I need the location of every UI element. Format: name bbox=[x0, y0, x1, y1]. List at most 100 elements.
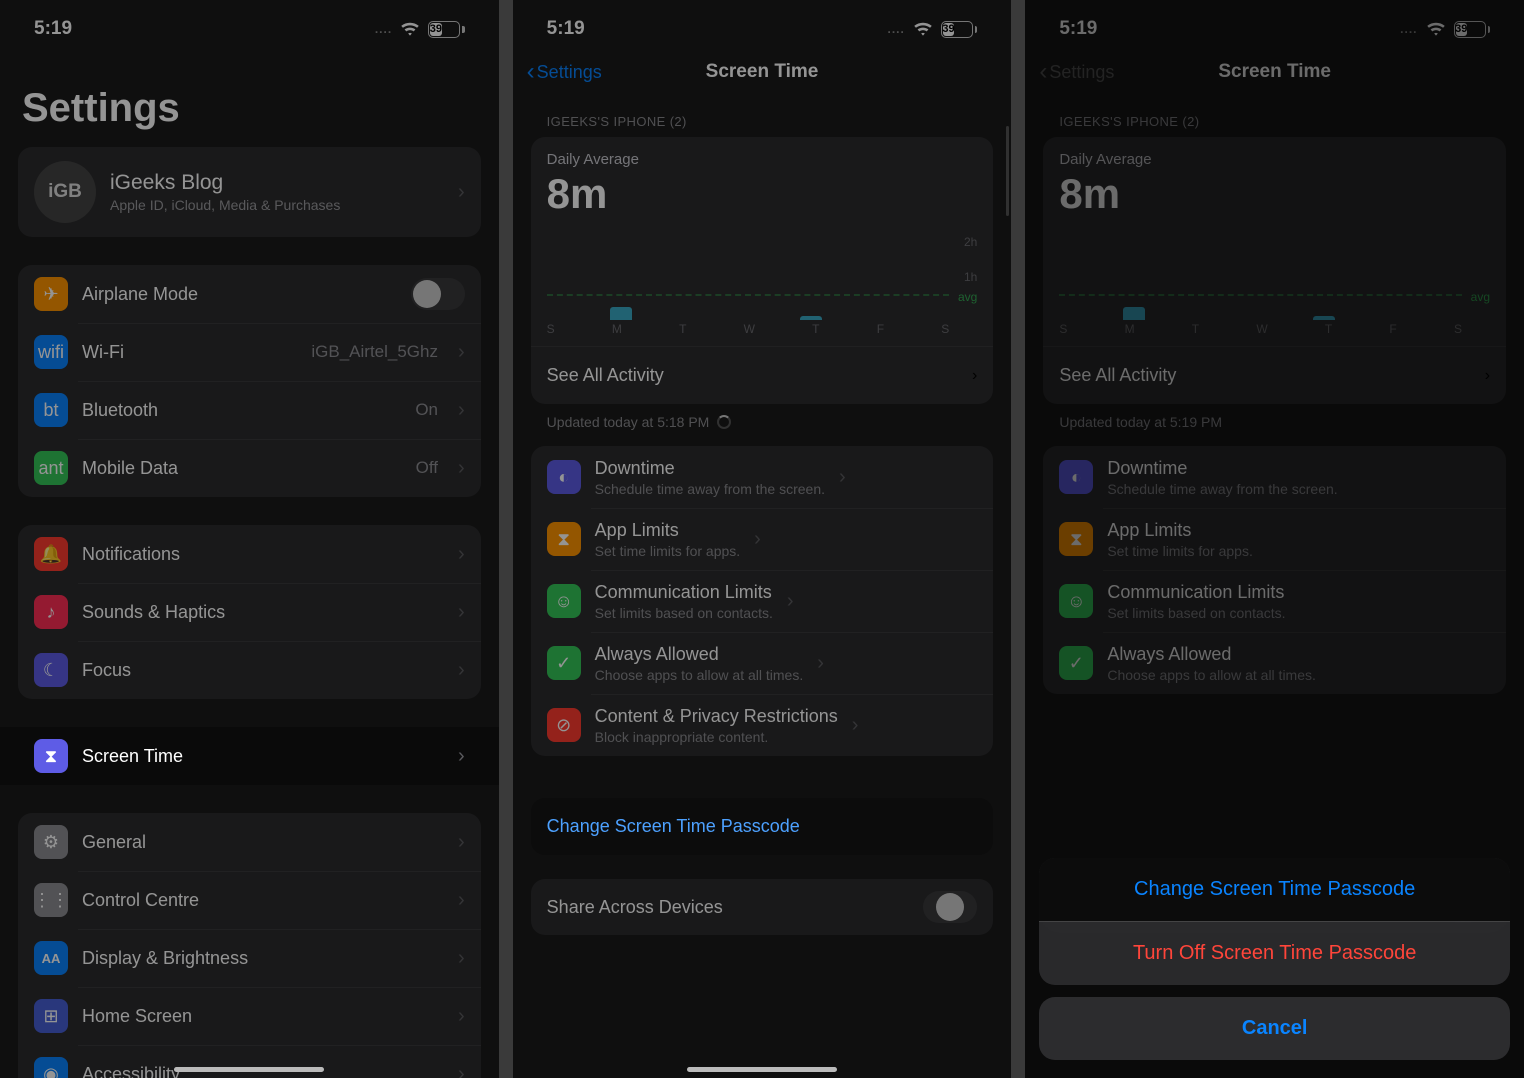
sounds-label: Sounds & Haptics bbox=[82, 602, 444, 623]
status-time: 5:19 bbox=[34, 18, 72, 40]
mobile-data-row[interactable]: ant Mobile Data Off › bbox=[18, 439, 481, 497]
usage-chart: 2h 1h avg SMTWTFS bbox=[547, 226, 978, 336]
device-caption: IGEEKS'S IPHONE (2) bbox=[531, 100, 994, 137]
daily-average-value: 8m bbox=[547, 170, 978, 218]
share-across-devices-row[interactable]: Share Across Devices bbox=[531, 879, 994, 935]
home-screen-row[interactable]: ⊞ Home Screen › bbox=[18, 987, 481, 1045]
general-row[interactable]: ⚙ General › bbox=[18, 813, 481, 871]
accessibility-row[interactable]: ◉ Accessibility › bbox=[18, 1045, 481, 1078]
app-limits-row[interactable]: ⧗ App LimitsSet time limits for apps. › bbox=[531, 508, 994, 570]
profile-name: iGeeks Blog bbox=[110, 171, 444, 195]
notifications-label: Notifications bbox=[82, 544, 444, 565]
phone-actionsheet: 5:19 .... 39 ‹ Settings Screen Time IGEE… bbox=[1025, 0, 1524, 1078]
sheet-turnoff-label: Turn Off Screen Time Passcode bbox=[1133, 942, 1416, 964]
see-all-label: See All Activity bbox=[547, 365, 664, 386]
wifi-icon bbox=[400, 21, 420, 37]
focus-icon: ☾ bbox=[34, 653, 68, 687]
app-limits-desc: Set time limits for apps. bbox=[595, 543, 741, 559]
share-toggle[interactable] bbox=[923, 891, 977, 923]
airplane-icon: ✈ bbox=[34, 277, 68, 311]
sheet-cancel[interactable]: Cancel bbox=[1039, 997, 1510, 1060]
scroll-thumb[interactable] bbox=[1006, 126, 1009, 216]
sheet-turnoff-passcode[interactable]: Turn Off Screen Time Passcode bbox=[1039, 921, 1510, 985]
chevron-right-icon: › bbox=[458, 543, 465, 566]
chevron-right-icon: › bbox=[972, 367, 977, 385]
chart-tick-2h: 2h bbox=[964, 235, 977, 249]
chevron-right-icon: › bbox=[458, 181, 465, 204]
features-card: ◐ DowntimeSchedule time away from the sc… bbox=[531, 446, 994, 756]
app-limits-title: App Limits bbox=[595, 520, 741, 541]
chevron-left-icon: ‹ bbox=[527, 60, 535, 84]
chevron-right-icon: › bbox=[839, 466, 846, 489]
comm-limits-desc: Set limits based on contacts. bbox=[595, 605, 773, 621]
home-screen-label: Home Screen bbox=[82, 1006, 444, 1027]
status-time: 5:19 bbox=[547, 18, 585, 40]
sheet-cancel-label: Cancel bbox=[1242, 1017, 1308, 1039]
content-restrictions-title: Content & Privacy Restrictions bbox=[595, 706, 838, 727]
wifi-row[interactable]: wifi Wi-Fi iGB_Airtel_5Ghz › bbox=[18, 323, 481, 381]
daily-average-label: Daily Average bbox=[547, 151, 978, 168]
nav-title: Screen Time bbox=[706, 61, 819, 83]
avatar: iGB bbox=[34, 161, 96, 223]
always-allowed-icon: ✓ bbox=[547, 646, 581, 680]
airplane-label: Airplane Mode bbox=[82, 284, 397, 305]
updated-caption: Updated today at 5:18 PM bbox=[531, 404, 994, 434]
wifi-row-icon: wifi bbox=[34, 335, 68, 369]
always-allowed-desc: Choose apps to allow at all times. bbox=[595, 667, 804, 683]
mobile-data-label: Mobile Data bbox=[82, 458, 402, 479]
summary-card[interactable]: Daily Average 8m 2h 1h avg SMTWTFS See A… bbox=[531, 137, 994, 404]
mobile-data-icon: ant bbox=[34, 451, 68, 485]
share-label: Share Across Devices bbox=[547, 897, 910, 918]
see-all-activity-row[interactable]: See All Activity › bbox=[531, 346, 994, 404]
sounds-row[interactable]: ♪ Sounds & Haptics › bbox=[18, 583, 481, 641]
sheet-change-passcode[interactable]: Change Screen Time Passcode bbox=[1039, 858, 1510, 921]
chevron-right-icon: › bbox=[754, 528, 761, 551]
screentime-label: Screen Time bbox=[82, 746, 444, 767]
home-indicator[interactable] bbox=[174, 1067, 324, 1072]
airplane-mode-row[interactable]: ✈ Airplane Mode bbox=[18, 265, 481, 323]
chevron-right-icon: › bbox=[458, 947, 465, 970]
control-centre-row[interactable]: ⋮⋮ Control Centre › bbox=[18, 871, 481, 929]
display-icon: AA bbox=[34, 941, 68, 975]
chevron-right-icon: › bbox=[458, 889, 465, 912]
battery-indicator: 39 bbox=[941, 21, 978, 38]
wifi-icon bbox=[913, 21, 933, 37]
mobile-data-value: Off bbox=[416, 458, 438, 478]
connectivity-group: ✈ Airplane Mode wifi Wi-Fi iGB_Airtel_5G… bbox=[18, 265, 481, 497]
display-label: Display & Brightness bbox=[82, 948, 444, 969]
display-row[interactable]: AA Display & Brightness › bbox=[18, 929, 481, 987]
status-bar: 5:19 .... 39 bbox=[0, 0, 499, 48]
content-restrictions-row[interactable]: ⊘ Content & Privacy RestrictionsBlock in… bbox=[531, 694, 994, 756]
always-allowed-row[interactable]: ✓ Always Allowed Choose apps to allow at … bbox=[531, 632, 994, 694]
chevron-right-icon: › bbox=[458, 831, 465, 854]
focus-row[interactable]: ☾ Focus › bbox=[18, 641, 481, 699]
downtime-icon: ◐ bbox=[547, 460, 581, 494]
chevron-right-icon: › bbox=[787, 590, 794, 613]
comm-limits-row[interactable]: ☺ Communication LimitsSet limits based o… bbox=[531, 570, 994, 632]
nav-header: ‹ Settings Screen Time bbox=[513, 48, 1012, 96]
screen-time-row[interactable]: ⧗ Screen Time › bbox=[0, 727, 499, 785]
apple-id-row[interactable]: iGB iGeeks Blog Apple ID, iCloud, Media … bbox=[18, 147, 481, 237]
notifications-row[interactable]: 🔔 Notifications › bbox=[18, 525, 481, 583]
general-label: General bbox=[82, 832, 444, 853]
home-indicator[interactable] bbox=[687, 1067, 837, 1072]
control-centre-label: Control Centre bbox=[82, 890, 444, 911]
chevron-right-icon: › bbox=[458, 341, 465, 364]
updated-text: Updated today at 5:18 PM bbox=[547, 414, 710, 430]
downtime-row[interactable]: ◐ DowntimeSchedule time away from the sc… bbox=[531, 446, 994, 508]
always-allowed-title: Always Allowed bbox=[595, 644, 804, 665]
back-button[interactable]: ‹ Settings bbox=[527, 60, 602, 84]
chart-avg-label: avg bbox=[958, 290, 977, 304]
airplane-toggle[interactable] bbox=[411, 278, 465, 310]
profile-sub: Apple ID, iCloud, Media & Purchases bbox=[110, 197, 444, 213]
chart-tick-1h: 1h bbox=[964, 270, 977, 284]
bluetooth-row[interactable]: bt Bluetooth On › bbox=[18, 381, 481, 439]
spinner-icon bbox=[717, 415, 731, 429]
accessibility-icon: ◉ bbox=[34, 1057, 68, 1078]
change-passcode-label: Change Screen Time Passcode bbox=[547, 816, 800, 836]
change-passcode-button[interactable]: Change Screen Time Passcode bbox=[531, 798, 994, 855]
comm-limits-icon: ☺ bbox=[547, 584, 581, 618]
home-screen-icon: ⊞ bbox=[34, 999, 68, 1033]
chevron-right-icon: › bbox=[458, 399, 465, 422]
status-bar: 5:19 .... 39 bbox=[513, 0, 1012, 48]
